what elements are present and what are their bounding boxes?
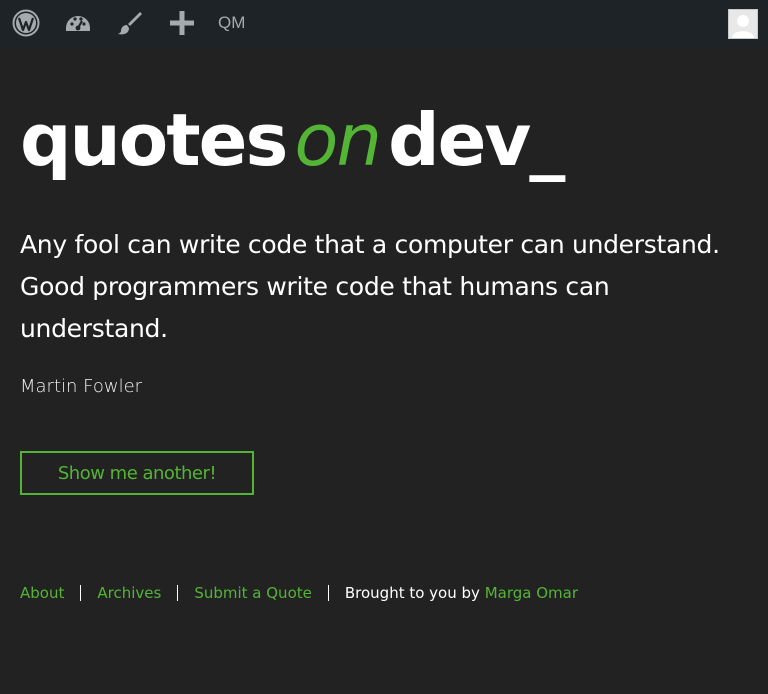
footer-separator bbox=[177, 585, 179, 601]
site-title-part-quotes: quotes bbox=[20, 98, 288, 182]
user-avatar[interactable] bbox=[728, 9, 758, 39]
show-another-button[interactable]: Show me another! bbox=[20, 451, 254, 495]
footer-link-submit-quote[interactable]: Submit a Quote bbox=[194, 584, 312, 602]
admin-bar: QM bbox=[0, 0, 768, 46]
footer-link-archives[interactable]: Archives bbox=[97, 584, 161, 602]
site-title[interactable]: quotes on dev_ bbox=[20, 104, 565, 176]
wordpress-logo-icon[interactable] bbox=[0, 0, 52, 46]
footer-credit-text: Brought to you by bbox=[344, 584, 480, 602]
query-monitor-menu[interactable]: QM bbox=[208, 0, 257, 46]
quote-author: Martin Fowler bbox=[20, 376, 143, 397]
footer-separator bbox=[327, 585, 329, 601]
footer-credit-author-link[interactable]: Marga Omar bbox=[485, 584, 578, 602]
footer-separator bbox=[80, 585, 82, 601]
dashboard-gauge-icon[interactable] bbox=[52, 0, 104, 46]
plus-icon[interactable] bbox=[156, 0, 208, 46]
site-title-part-dev: dev_ bbox=[388, 98, 565, 182]
paintbrush-icon[interactable] bbox=[104, 0, 156, 46]
footer-nav: About Archives Submit a Quote Brought to… bbox=[20, 584, 578, 602]
quote-text: Any fool can write code that a computer … bbox=[20, 230, 720, 343]
footer-link-about[interactable]: About bbox=[20, 584, 64, 602]
site-title-part-on: on bbox=[294, 98, 382, 182]
